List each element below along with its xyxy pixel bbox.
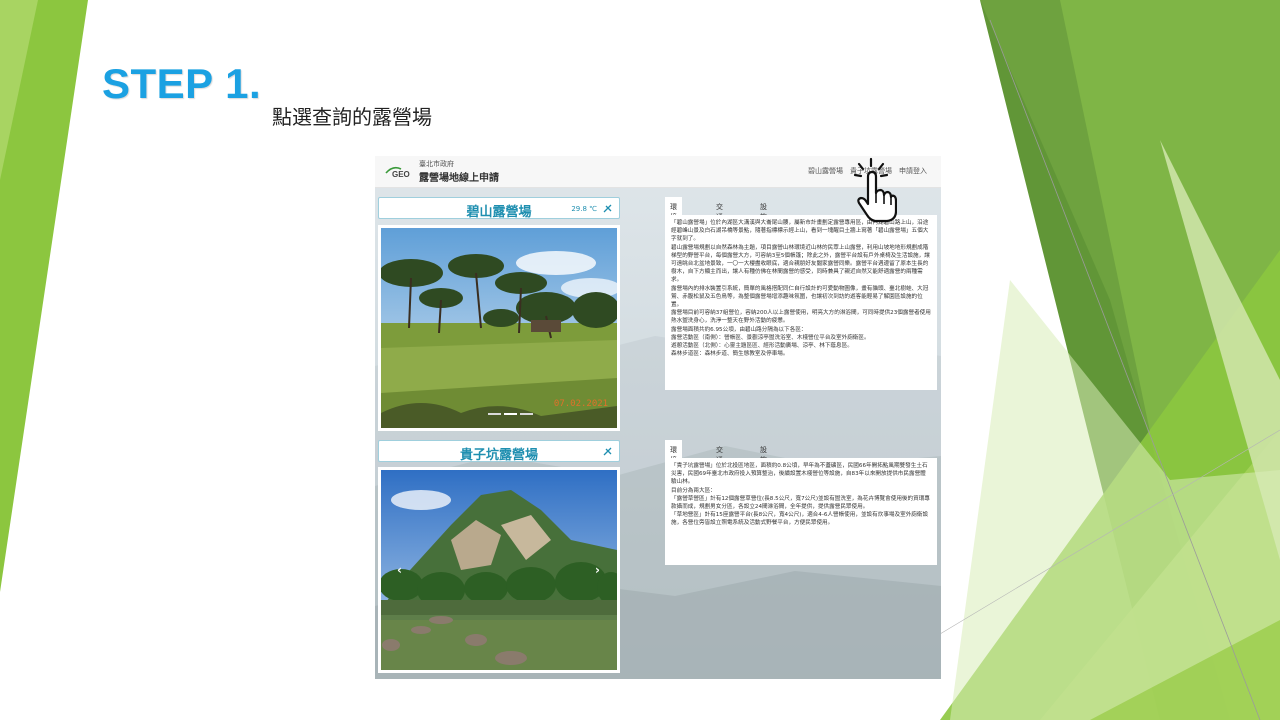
org-name: 臺北市政府	[419, 160, 454, 168]
bishan-campground-photo: 07.02.2021	[381, 228, 617, 428]
camp-description-bishan: 「碧山露營場」位於內湖區大溝溪與大崙尾山腰，屬新市計畫劃定露營專用區，由內湖碧山…	[665, 215, 937, 390]
carousel-dot[interactable]	[504, 413, 517, 415]
camp-card-header-guizikeng[interactable]: 貴子坑露營場	[378, 440, 620, 463]
camp-photo-bishan[interactable]: 07.02.2021	[378, 225, 620, 431]
carousel-indicators[interactable]	[488, 400, 536, 419]
tab-transport[interactable]: 交通資訊	[711, 197, 728, 241]
nav-bishan-camp[interactable]: 碧山露營場	[808, 166, 843, 176]
step-subtitle: 點選查詢的露營場	[272, 105, 432, 129]
camp-photo-guizikeng[interactable]: ‹ ›	[378, 467, 620, 673]
svg-text:‹: ‹	[397, 563, 402, 577]
carousel-dot[interactable]	[488, 413, 501, 415]
slide-left-decoration	[0, 0, 88, 592]
carousel-dot[interactable]	[520, 413, 533, 415]
website-screenshot: GEO 臺北市政府 露營場地線上申請 碧山露營場 貴子坑露營場 申請登入 碧山露…	[375, 156, 941, 679]
tab-environment[interactable]: 環境介紹	[665, 440, 682, 484]
site-title[interactable]: 露營場地線上申請	[419, 169, 499, 184]
description-text: 「貴子坑露營場」位於北投區地區，面積約0.8公頃，早年為不蓋礦區，民國66年開拓…	[671, 463, 930, 527]
guizikeng-campground-photo: ‹ ›	[381, 470, 617, 670]
weather-icon	[603, 447, 612, 456]
camp-description-guizikeng: 「貴子坑露營場」位於北投區地區，面積約0.8公頃，早年為不蓋礦區，民國66年開拓…	[665, 458, 937, 565]
svg-text:07.02.2021: 07.02.2021	[554, 399, 608, 409]
tab-facilities[interactable]: 設施介紹	[755, 197, 772, 241]
tab-facilities[interactable]: 設施介紹	[755, 440, 772, 484]
step-title: STEP 1.	[102, 60, 262, 107]
description-text: 「碧山露營場」位於內湖區大溝溪與大崙尾山腰，屬新市計畫劃定露營專用區，由內湖碧山…	[671, 220, 931, 358]
svg-text:›: ›	[595, 563, 600, 577]
nav-login[interactable]: 申請登入	[899, 166, 927, 176]
camp-card-header-bishan[interactable]: 碧山露營場 29.8 ℃	[378, 197, 620, 220]
weather-icon	[603, 204, 612, 213]
svg-text:GEO: GEO	[392, 170, 410, 179]
click-hand-cursor-icon	[853, 157, 897, 223]
geo-logo[interactable]: GEO	[385, 163, 413, 179]
temperature-label: 29.8 ℃	[571, 205, 597, 213]
camp-name: 貴子坑露營場	[459, 448, 538, 463]
tab-environment[interactable]: 環境介紹	[665, 197, 682, 241]
slide-right-decoration	[930, 0, 1280, 720]
tab-transport[interactable]: 交通資訊	[711, 440, 728, 484]
